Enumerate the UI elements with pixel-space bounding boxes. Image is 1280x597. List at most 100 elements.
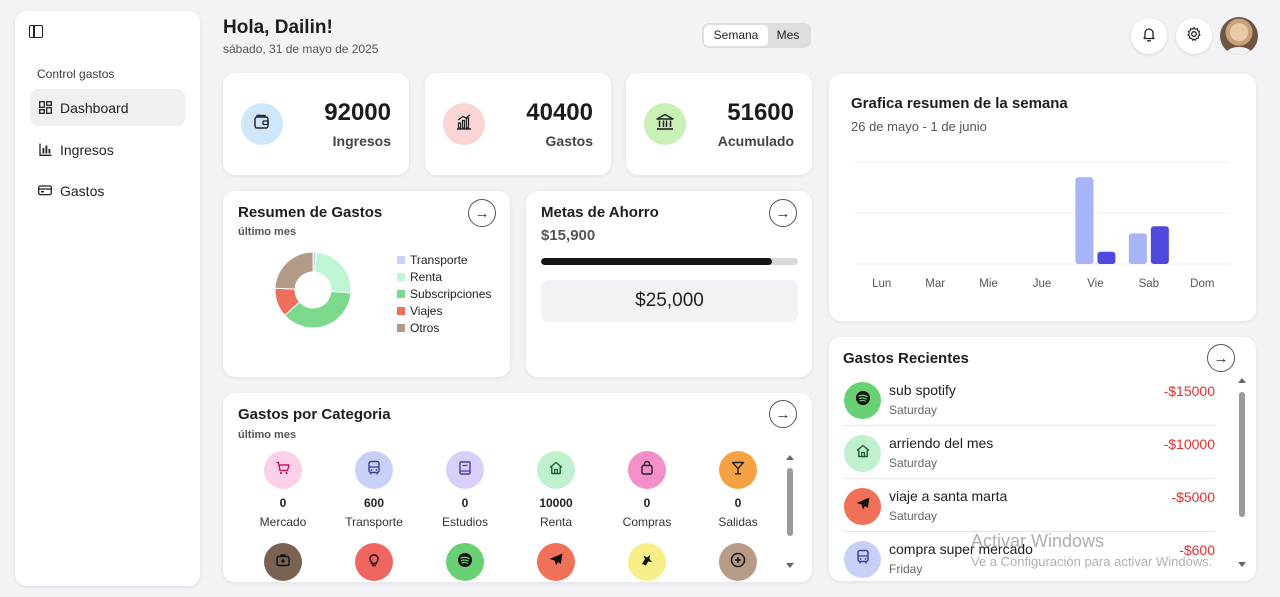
expense-day: Saturday: [889, 403, 938, 417]
legend-swatch: [397, 272, 405, 281]
recent-open-button[interactable]: →: [1207, 344, 1235, 372]
period-month-button[interactable]: Mes: [768, 25, 808, 46]
chart-bar-sab-0: [1128, 233, 1147, 264]
category-item[interactable]: 0 Estudios: [425, 451, 505, 529]
category-icon-bubble: [719, 451, 757, 489]
category-item[interactable]: 10000 Renta: [516, 451, 596, 529]
category-icon-bubble: [446, 543, 484, 581]
bank-icon: [655, 112, 675, 137]
bus-icon: [366, 460, 382, 481]
bell-icon: [1141, 26, 1157, 47]
greeting: Hola, Dailin!: [223, 17, 333, 38]
sidebar-section-label: Control gastos: [37, 67, 115, 81]
expense-amount: -$10000: [1163, 436, 1215, 452]
expense-icon-bubble: [844, 541, 881, 578]
period-week-button[interactable]: Semana: [704, 25, 768, 46]
bus-icon: [855, 549, 871, 570]
savings-open-button[interactable]: →: [769, 199, 797, 227]
category-item[interactable]: 0 Compras: [607, 451, 687, 529]
avatar[interactable]: [1220, 17, 1258, 55]
recent-expense-row[interactable]: arriendo del mes Saturday -$10000: [844, 426, 1215, 479]
category-item[interactable]: [516, 543, 596, 581]
category-value: 0: [734, 496, 742, 510]
chart-bar-sab-1: [1150, 226, 1169, 264]
settings-button[interactable]: [1176, 18, 1212, 54]
plane-icon: [854, 495, 872, 518]
scroll-up-icon[interactable]: [786, 455, 794, 460]
chart-x-tick-label: Vie: [1087, 278, 1103, 290]
watermark-subtitle: Ve a Configuración para activar Windows.: [971, 554, 1213, 569]
expense-amount: -$5000: [1171, 489, 1215, 505]
scroll-down-icon[interactable]: [1238, 562, 1246, 567]
category-icon-bubble: [446, 451, 484, 489]
legend-label: Subscripciones: [410, 286, 492, 301]
recent-expense-row[interactable]: viaje a santa marta Saturday -$5000: [844, 479, 1215, 532]
gear-icon: [1186, 26, 1202, 47]
bag-icon: [639, 460, 655, 481]
category-item[interactable]: 0 Salidas: [698, 451, 778, 529]
category-label: Transporte: [345, 515, 403, 529]
category-label: Mercado: [259, 515, 307, 529]
category-item[interactable]: [607, 543, 687, 581]
category-value: 10000: [539, 496, 573, 510]
category-label: Renta: [539, 515, 573, 529]
legend-label: Viajes: [410, 303, 443, 318]
donut-slice-otros: [274, 251, 314, 290]
legend-item: Subscripciones: [397, 285, 491, 302]
card-subtitle: último mes: [238, 429, 297, 441]
category-item[interactable]: [334, 543, 414, 581]
legend-swatch: [397, 255, 405, 264]
categories-open-button[interactable]: →: [769, 400, 797, 428]
stat-value: 51600: [727, 99, 794, 126]
sidebar-item-ingresos[interactable]: Ingresos: [30, 131, 185, 168]
scroll-up-icon[interactable]: [1238, 378, 1246, 383]
arrow-right-icon: →: [775, 405, 791, 423]
category-item[interactable]: [698, 543, 778, 581]
stat-icon-bubble: [443, 103, 485, 145]
chart-x-tick-label: Mar: [925, 278, 945, 290]
savings-progress-fill: [541, 258, 773, 265]
wallet-icon: [253, 113, 271, 136]
legend-label: Renta: [410, 269, 443, 284]
expense-day: Friday: [889, 562, 923, 576]
expense-summary-open-button[interactable]: →: [468, 199, 496, 227]
sidebar-item-dashboard[interactable]: Dashboard: [30, 89, 185, 126]
chart-x-tick-label: Lun: [872, 278, 891, 290]
card-title: Gastos por Categoria: [238, 406, 391, 423]
recent-scrollbar[interactable]: [1239, 392, 1245, 517]
legend-swatch: [397, 306, 405, 315]
card-title: Metas de Ahorro: [541, 204, 659, 221]
arrow-right-icon: →: [1213, 349, 1229, 367]
category-value: 0: [279, 496, 287, 510]
stat-card-gastos: 40400 Gastos: [425, 73, 611, 175]
category-value: 0: [643, 496, 651, 510]
notifications-button[interactable]: [1131, 18, 1167, 54]
category-item[interactable]: [425, 543, 505, 581]
category-item[interactable]: 600 Transporte: [334, 451, 414, 529]
sidebar-item-gastos[interactable]: Gastos: [30, 172, 185, 209]
expense-amount: -$15000: [1163, 383, 1215, 399]
expense-name: sub spotify: [889, 382, 956, 398]
sidebar-toggle-icon[interactable]: [29, 25, 43, 38]
medkit-icon: [275, 552, 291, 573]
category-icon-bubble: [264, 451, 302, 489]
savings-progress-bar: [541, 258, 798, 265]
card-title: Gastos Recientes: [843, 350, 969, 367]
book-icon: [457, 460, 473, 481]
legend-item: Renta: [397, 268, 491, 285]
categories-scrollbar[interactable]: [787, 468, 793, 536]
chart-icon: [38, 143, 52, 157]
donut-slice-renta: [314, 251, 352, 294]
category-item[interactable]: 0 Mercado: [243, 451, 323, 529]
legend-item: Viajes: [397, 302, 491, 319]
legend-item: Transporte: [397, 251, 491, 268]
spotify-icon: [456, 551, 474, 574]
category-item[interactable]: [243, 543, 323, 581]
expense-legend: Transporte Renta Subscripciones Viajes O…: [397, 251, 491, 336]
stat-label: Ingresos: [332, 133, 391, 149]
stat-icon-bubble: [241, 103, 283, 145]
categories-card: Gastos por Categoria último mes → 0 Merca…: [223, 393, 812, 582]
recent-expense-row[interactable]: sub spotify Saturday -$15000: [844, 373, 1215, 426]
scroll-down-icon[interactable]: [786, 563, 794, 568]
arrow-right-icon: →: [474, 204, 490, 222]
